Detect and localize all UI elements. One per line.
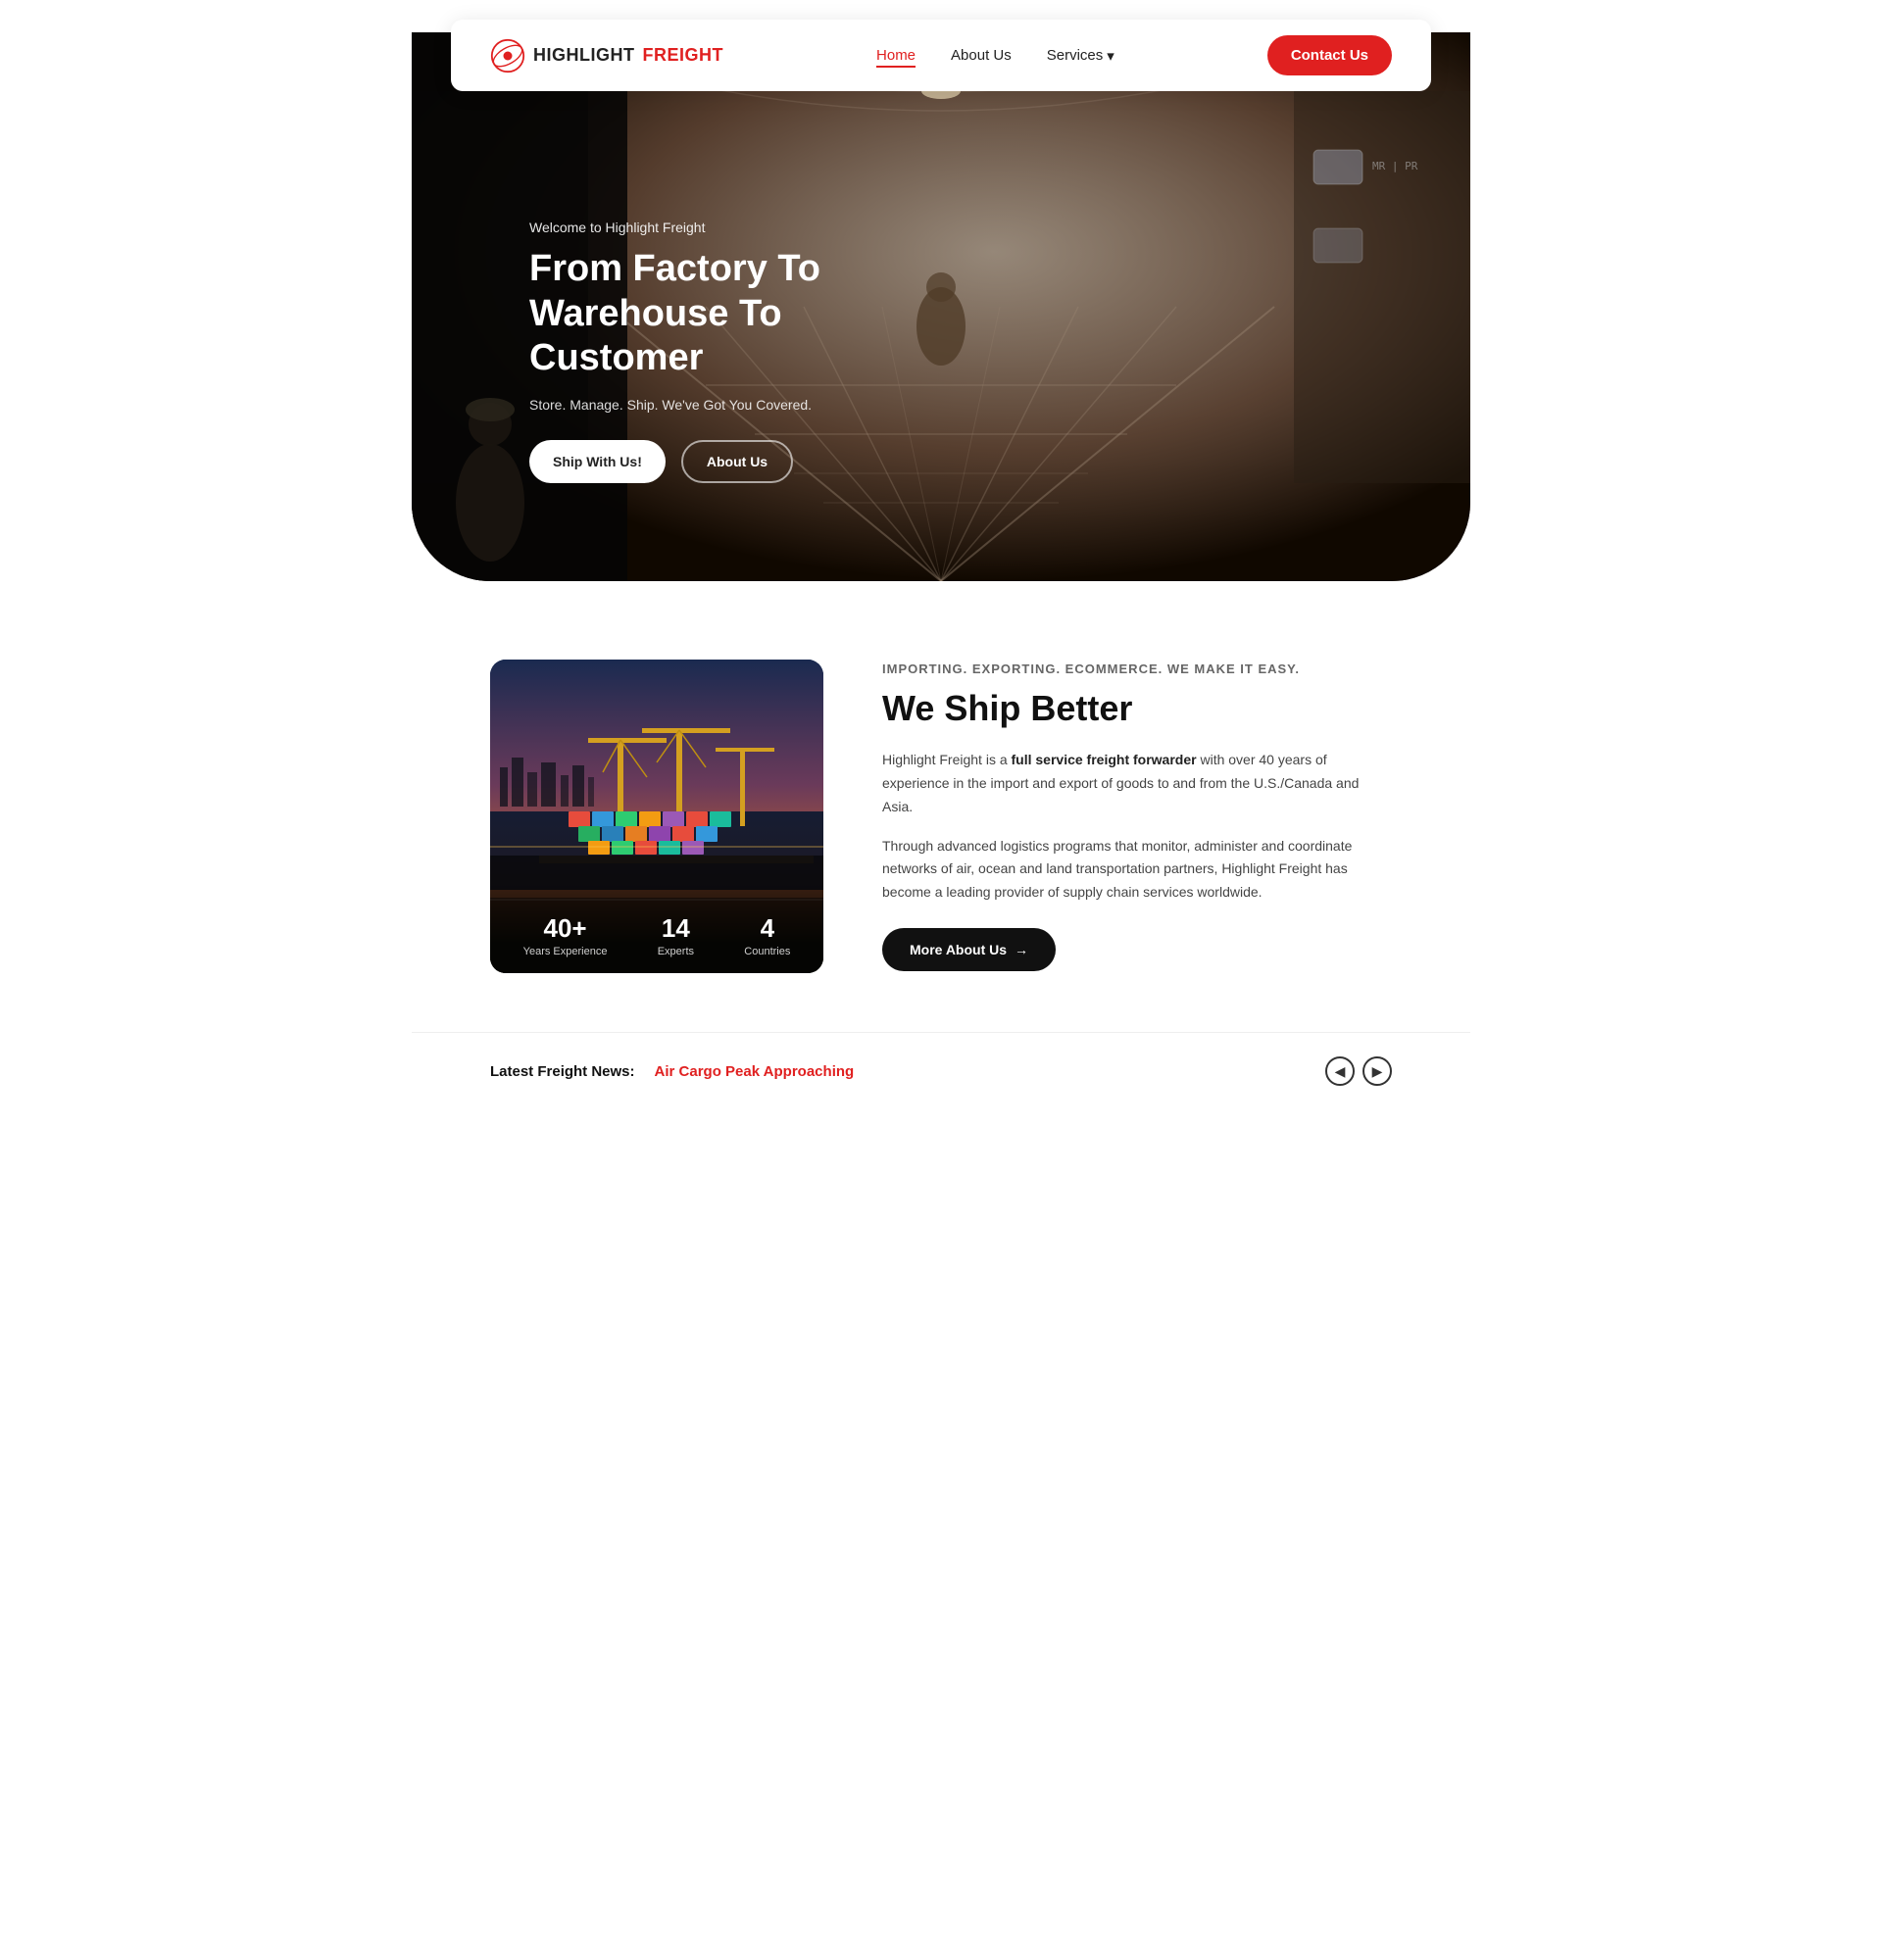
logo-text-freight: FREIGHT (643, 45, 724, 66)
news-navigation: ◀ ▶ (1325, 1056, 1392, 1086)
news-next-button[interactable]: ▶ (1362, 1056, 1392, 1086)
more-about-button[interactable]: More About Us → (882, 928, 1056, 971)
stats-overlay: 40+ Years Experience 14 Experts 4 Countr… (490, 898, 823, 973)
stat-countries: 4 Countries (744, 913, 790, 957)
about-paragraph-1: Highlight Freight is a full service frei… (882, 749, 1392, 818)
stat-experts-label: Experts (658, 946, 694, 957)
about-paragraph-2: Through advanced logistics programs that… (882, 835, 1392, 905)
hero-section: MR | PR Welcome to Highlight Freight Fro… (412, 32, 1470, 581)
about-heading: We Ship Better (882, 688, 1392, 729)
arrow-right-btn-icon: ▶ (1372, 1063, 1383, 1080)
about-tagline: IMPORTING. EXPORTING. ECOMMERCE. WE MAKE… (882, 662, 1392, 676)
stat-countries-number: 4 (744, 913, 790, 944)
stat-years-label: Years Experience (523, 946, 608, 957)
navbar: HIGHLIGHT FREIGHT Home About Us Services … (451, 20, 1431, 91)
nav-services[interactable]: Services ▾ (1047, 47, 1114, 65)
about-content: IMPORTING. EXPORTING. ECOMMERCE. WE MAKE… (882, 662, 1392, 971)
about-us-button[interactable]: About Us (681, 440, 793, 483)
logo-icon (490, 38, 525, 74)
news-text: Air Cargo Peak Approaching (655, 1063, 855, 1080)
nav-links: Home About Us Services ▾ (876, 47, 1114, 65)
news-ticker: Latest Freight News: Air Cargo Peak Appr… (412, 1032, 1470, 1109)
news-label: Latest Freight News: (490, 1063, 635, 1080)
chevron-down-icon: ▾ (1107, 47, 1114, 65)
news-prev-button[interactable]: ◀ (1325, 1056, 1355, 1086)
stat-years: 40+ Years Experience (523, 913, 608, 957)
stat-experts: 14 Experts (658, 913, 694, 957)
hero-welcome-text: Welcome to Highlight Freight (529, 220, 921, 235)
about-image: 40+ Years Experience 14 Experts 4 Countr… (490, 660, 823, 973)
nav-home[interactable]: Home (876, 47, 916, 68)
nav-about[interactable]: About Us (951, 47, 1012, 64)
stat-experts-number: 14 (658, 913, 694, 944)
ship-with-us-button[interactable]: Ship With Us! (529, 440, 666, 483)
arrow-left-icon: ◀ (1335, 1063, 1346, 1080)
logo-text-highlight: HIGHLIGHT (533, 45, 635, 66)
hero-subtitle: Store. Manage. Ship. We've Got You Cover… (529, 397, 921, 413)
hero-title: From Factory To Warehouse To Customer (529, 247, 921, 381)
arrow-right-icon: → (1015, 942, 1028, 957)
stat-years-number: 40+ (523, 913, 608, 944)
logo[interactable]: HIGHLIGHT FREIGHT (490, 38, 723, 74)
hero-content: Welcome to Highlight Freight From Factor… (529, 220, 921, 483)
svg-text:MR | PR: MR | PR (1372, 160, 1418, 172)
contact-button[interactable]: Contact Us (1267, 35, 1392, 75)
about-section: 40+ Years Experience 14 Experts 4 Countr… (412, 581, 1470, 1032)
stat-countries-label: Countries (744, 946, 790, 957)
news-content: Latest Freight News: Air Cargo Peak Appr… (490, 1063, 854, 1080)
hero-buttons: Ship With Us! About Us (529, 440, 921, 483)
